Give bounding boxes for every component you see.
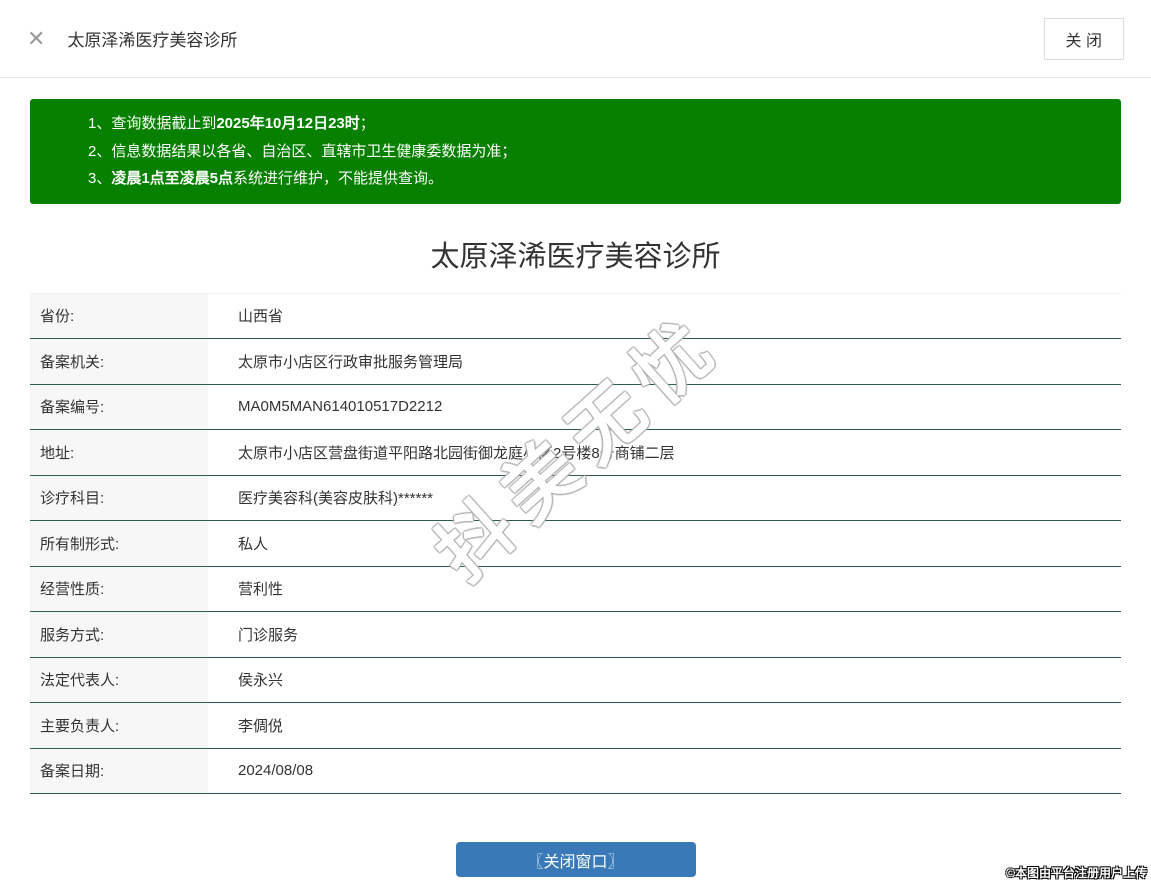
table-row: 备案机关: 太原市小店区行政审批服务管理局 bbox=[30, 339, 1121, 385]
record-value: 李倜侻 bbox=[238, 717, 284, 735]
record-label: 所有制形式: bbox=[30, 521, 208, 566]
record-label: 法定代表人: bbox=[30, 657, 208, 702]
record-value: 医疗美容科(美容皮肤科)****** bbox=[238, 490, 434, 508]
record-label: 主要负责人: bbox=[30, 703, 208, 748]
record-value: 营利性 bbox=[238, 581, 284, 599]
record-value: MA0M5MAN614010517D2212 bbox=[238, 398, 443, 416]
notice-line: 2、信息数据结果以各省、自治区、直辖市卫生健康委数据为准； bbox=[88, 142, 517, 160]
table-row: 备案日期: 2024/08/08 bbox=[30, 748, 1121, 794]
copyright-watermark: ©本图由平台注册用户上传 bbox=[1006, 866, 1147, 880]
record-value: 太原市小店区行政审批服务管理局 bbox=[238, 353, 464, 371]
record-label: 服务方式: bbox=[30, 612, 208, 657]
table-row: 诊疗科目: 医疗美容科(美容皮肤科)****** bbox=[30, 475, 1121, 521]
table-row: 备案编号: MA0M5MAN614010517D2212 bbox=[30, 384, 1121, 430]
table-row: 主要负责人: 李倜侻 bbox=[30, 703, 1121, 749]
table-row: 法定代表人: 侯永兴 bbox=[30, 657, 1121, 703]
close-window-button[interactable]: 〖关闭窗口〗 bbox=[455, 842, 696, 877]
record-value: 侯永兴 bbox=[238, 672, 284, 690]
close-icon[interactable]: ✕ bbox=[27, 27, 45, 50]
table-row: 所有制形式: 私人 bbox=[30, 521, 1121, 567]
record-label: 备案日期: bbox=[30, 748, 208, 793]
page-title: 太原泽浠医疗美容诊所 bbox=[430, 240, 721, 273]
window-titlebar: ✕ 太原泽浠医疗美容诊所 关 闭 bbox=[0, 0, 1151, 78]
table-row: 地址: 太原市小店区营盘街道平阳路北园街御龙庭小区2号楼8号商铺二层 bbox=[30, 430, 1121, 476]
record-label: 省份: bbox=[30, 293, 208, 338]
record-value: 2024/08/08 bbox=[238, 762, 314, 780]
record-label: 诊疗科目: bbox=[30, 475, 208, 520]
record-label: 地址: bbox=[30, 430, 208, 475]
record-label: 备案机关: bbox=[30, 339, 208, 384]
close-button[interactable]: 关 闭 bbox=[1043, 17, 1124, 60]
table-row: 经营性质: 营利性 bbox=[30, 566, 1121, 612]
notice-line: 1、查询数据截止到2025年10月12日23时； bbox=[88, 115, 375, 132]
record-label: 备案编号: bbox=[30, 384, 208, 429]
record-table: 省份: 山西省 备案机关: 太原市小店区行政审批服务管理局 备案编号: MA0M… bbox=[30, 292, 1121, 794]
notice-banner: 1、查询数据截止到2025年10月12日23时； 2、信息数据结果以各省、自治区、… bbox=[30, 99, 1121, 204]
window-title: 太原泽浠医疗美容诊所 bbox=[67, 31, 238, 50]
table-row: 省份: 山西省 bbox=[30, 293, 1121, 339]
record-value: 门诊服务 bbox=[238, 626, 299, 644]
table-row: 服务方式: 门诊服务 bbox=[30, 612, 1121, 658]
record-label: 经营性质: bbox=[30, 566, 208, 611]
record-value: 私人 bbox=[238, 535, 269, 553]
record-value: 山西省 bbox=[238, 308, 284, 326]
notice-line: 3、凌晨1点至凌晨5点系统进行维护，不能提供查询。 bbox=[88, 170, 444, 187]
record-value: 太原市小店区营盘街道平阳路北园街御龙庭小区2号楼8号商铺二层 bbox=[238, 444, 675, 462]
